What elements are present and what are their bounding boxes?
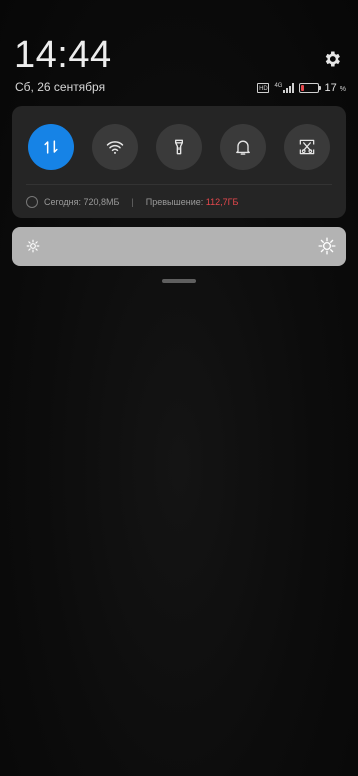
arrows-updown-icon — [44, 140, 58, 154]
usage-today: Сегодня: 720,8МБ — [44, 197, 120, 207]
bell-icon — [236, 140, 250, 155]
signal-bars-icon — [283, 83, 295, 93]
date-label: Сб, 26 сентября — [15, 80, 106, 94]
usage-exceed: Превышение: 112,7ГБ — [146, 197, 239, 207]
data-usage-row[interactable]: Сегодня: 720,8МБ | Превышение: 112,7ГБ — [26, 194, 238, 210]
flashlight-icon — [175, 139, 183, 155]
quick-tiles-row — [28, 124, 330, 170]
gear-icon[interactable] — [322, 49, 342, 69]
usage-exceed-label: Превышение: — [145, 197, 206, 207]
brightness-slider[interactable] — [12, 227, 346, 266]
network-type: 4G — [274, 83, 283, 89]
usage-separator: | — [131, 197, 134, 207]
battery-icon — [299, 83, 322, 93]
sun-small-icon — [26, 239, 40, 253]
scissors-screenshot-icon — [299, 139, 315, 155]
usage-exceed-value: 112,7ГБ — [205, 197, 239, 207]
signal-indicator: 4G — [274, 83, 295, 93]
tile-mobile-data[interactable] — [28, 124, 74, 170]
sim-icon: HD — [257, 83, 270, 93]
tile-wifi[interactable] — [92, 124, 138, 170]
tile-sound[interactable] — [220, 124, 266, 170]
battery-level — [301, 85, 305, 91]
battery-percent: 17 % — [324, 82, 346, 94]
clock: 14:44 — [14, 34, 112, 76]
wifi-icon — [106, 141, 124, 154]
status-bar: HD 4G 17 % — [257, 80, 346, 96]
tile-flashlight[interactable] — [156, 124, 202, 170]
panel-divider — [26, 184, 332, 185]
battery-unit: % — [339, 86, 346, 93]
tile-screenshot[interactable] — [284, 124, 330, 170]
data-usage-icon — [26, 196, 38, 208]
sun-large-icon — [318, 237, 336, 255]
quick-settings-panel: Сегодня: 720,8МБ | Превышение: 112,7ГБ — [12, 106, 346, 218]
drag-handle[interactable] — [162, 279, 196, 283]
